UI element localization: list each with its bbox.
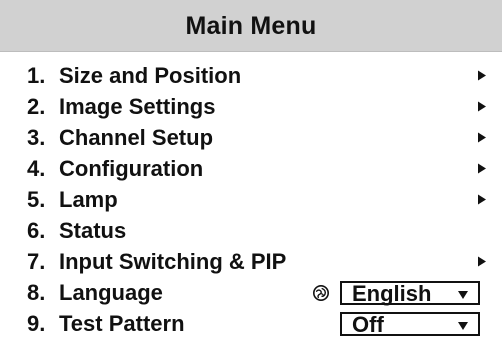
- menu-item-number: 6.: [27, 217, 46, 243]
- globe-icon: [312, 284, 330, 302]
- language-controls: English: [312, 280, 480, 306]
- menu-item-label: Input Switching & PIP: [59, 248, 287, 274]
- submenu-arrow-icon: [478, 163, 486, 173]
- test-pattern-dropdown[interactable]: Off: [340, 311, 480, 337]
- language-dropdown[interactable]: English: [340, 280, 480, 306]
- submenu-arrow-icon: [478, 101, 486, 111]
- menu-item-number: 2.: [27, 93, 46, 119]
- language-dropdown-value: English: [352, 280, 432, 306]
- submenu-arrow-icon: [478, 132, 486, 142]
- submenu-arrow-icon: [478, 256, 486, 266]
- menu-item-language[interactable]: 8. Language English: [0, 277, 502, 308]
- menu-item-size-and-position[interactable]: 1. Size and Position: [0, 60, 502, 91]
- menu-item-label: Size and Position: [59, 62, 242, 88]
- menu-item-configuration[interactable]: 4. Configuration: [0, 153, 502, 184]
- menu-item-number: 8.: [27, 279, 46, 305]
- menu-item-channel-setup[interactable]: 3. Channel Setup: [0, 122, 502, 153]
- menu-item-image-settings[interactable]: 2. Image Settings: [0, 91, 502, 122]
- test-pattern-dropdown-value: Off: [352, 311, 384, 337]
- submenu-arrow-icon: [478, 194, 486, 204]
- menu-item-label: Channel Setup: [59, 124, 214, 150]
- submenu-arrow-icon: [478, 70, 486, 80]
- chevron-down-icon: [458, 290, 468, 299]
- menu-item-number: 5.: [27, 186, 46, 212]
- menu-list: 1. Size and Position 2. Image Settings 3…: [0, 60, 502, 339]
- menu-item-label: Image Settings: [59, 93, 216, 119]
- main-menu-osd: Main Menu 1. Size and Position 2. Image …: [0, 0, 502, 346]
- menu-item-input-switching-pip[interactable]: 7. Input Switching & PIP: [0, 246, 502, 277]
- menu-item-number: 7.: [27, 248, 46, 274]
- menu-item-test-pattern[interactable]: 9. Test Pattern Off: [0, 308, 502, 339]
- menu-header: Main Menu: [0, 0, 502, 52]
- menu-title: Main Menu: [185, 12, 317, 40]
- menu-item-status[interactable]: 6. Status: [0, 215, 502, 246]
- menu-item-number: 9.: [27, 310, 46, 336]
- test-pattern-controls: Off: [312, 311, 480, 337]
- menu-item-number: 4.: [27, 155, 46, 181]
- menu-item-number: 1.: [27, 62, 46, 88]
- menu-item-label: Configuration: [59, 155, 204, 181]
- menu-item-lamp[interactable]: 5. Lamp: [0, 184, 502, 215]
- menu-item-number: 3.: [27, 124, 46, 150]
- menu-item-label: Lamp: [59, 186, 118, 212]
- menu-item-label: Status: [59, 217, 127, 243]
- chevron-down-icon: [458, 321, 468, 330]
